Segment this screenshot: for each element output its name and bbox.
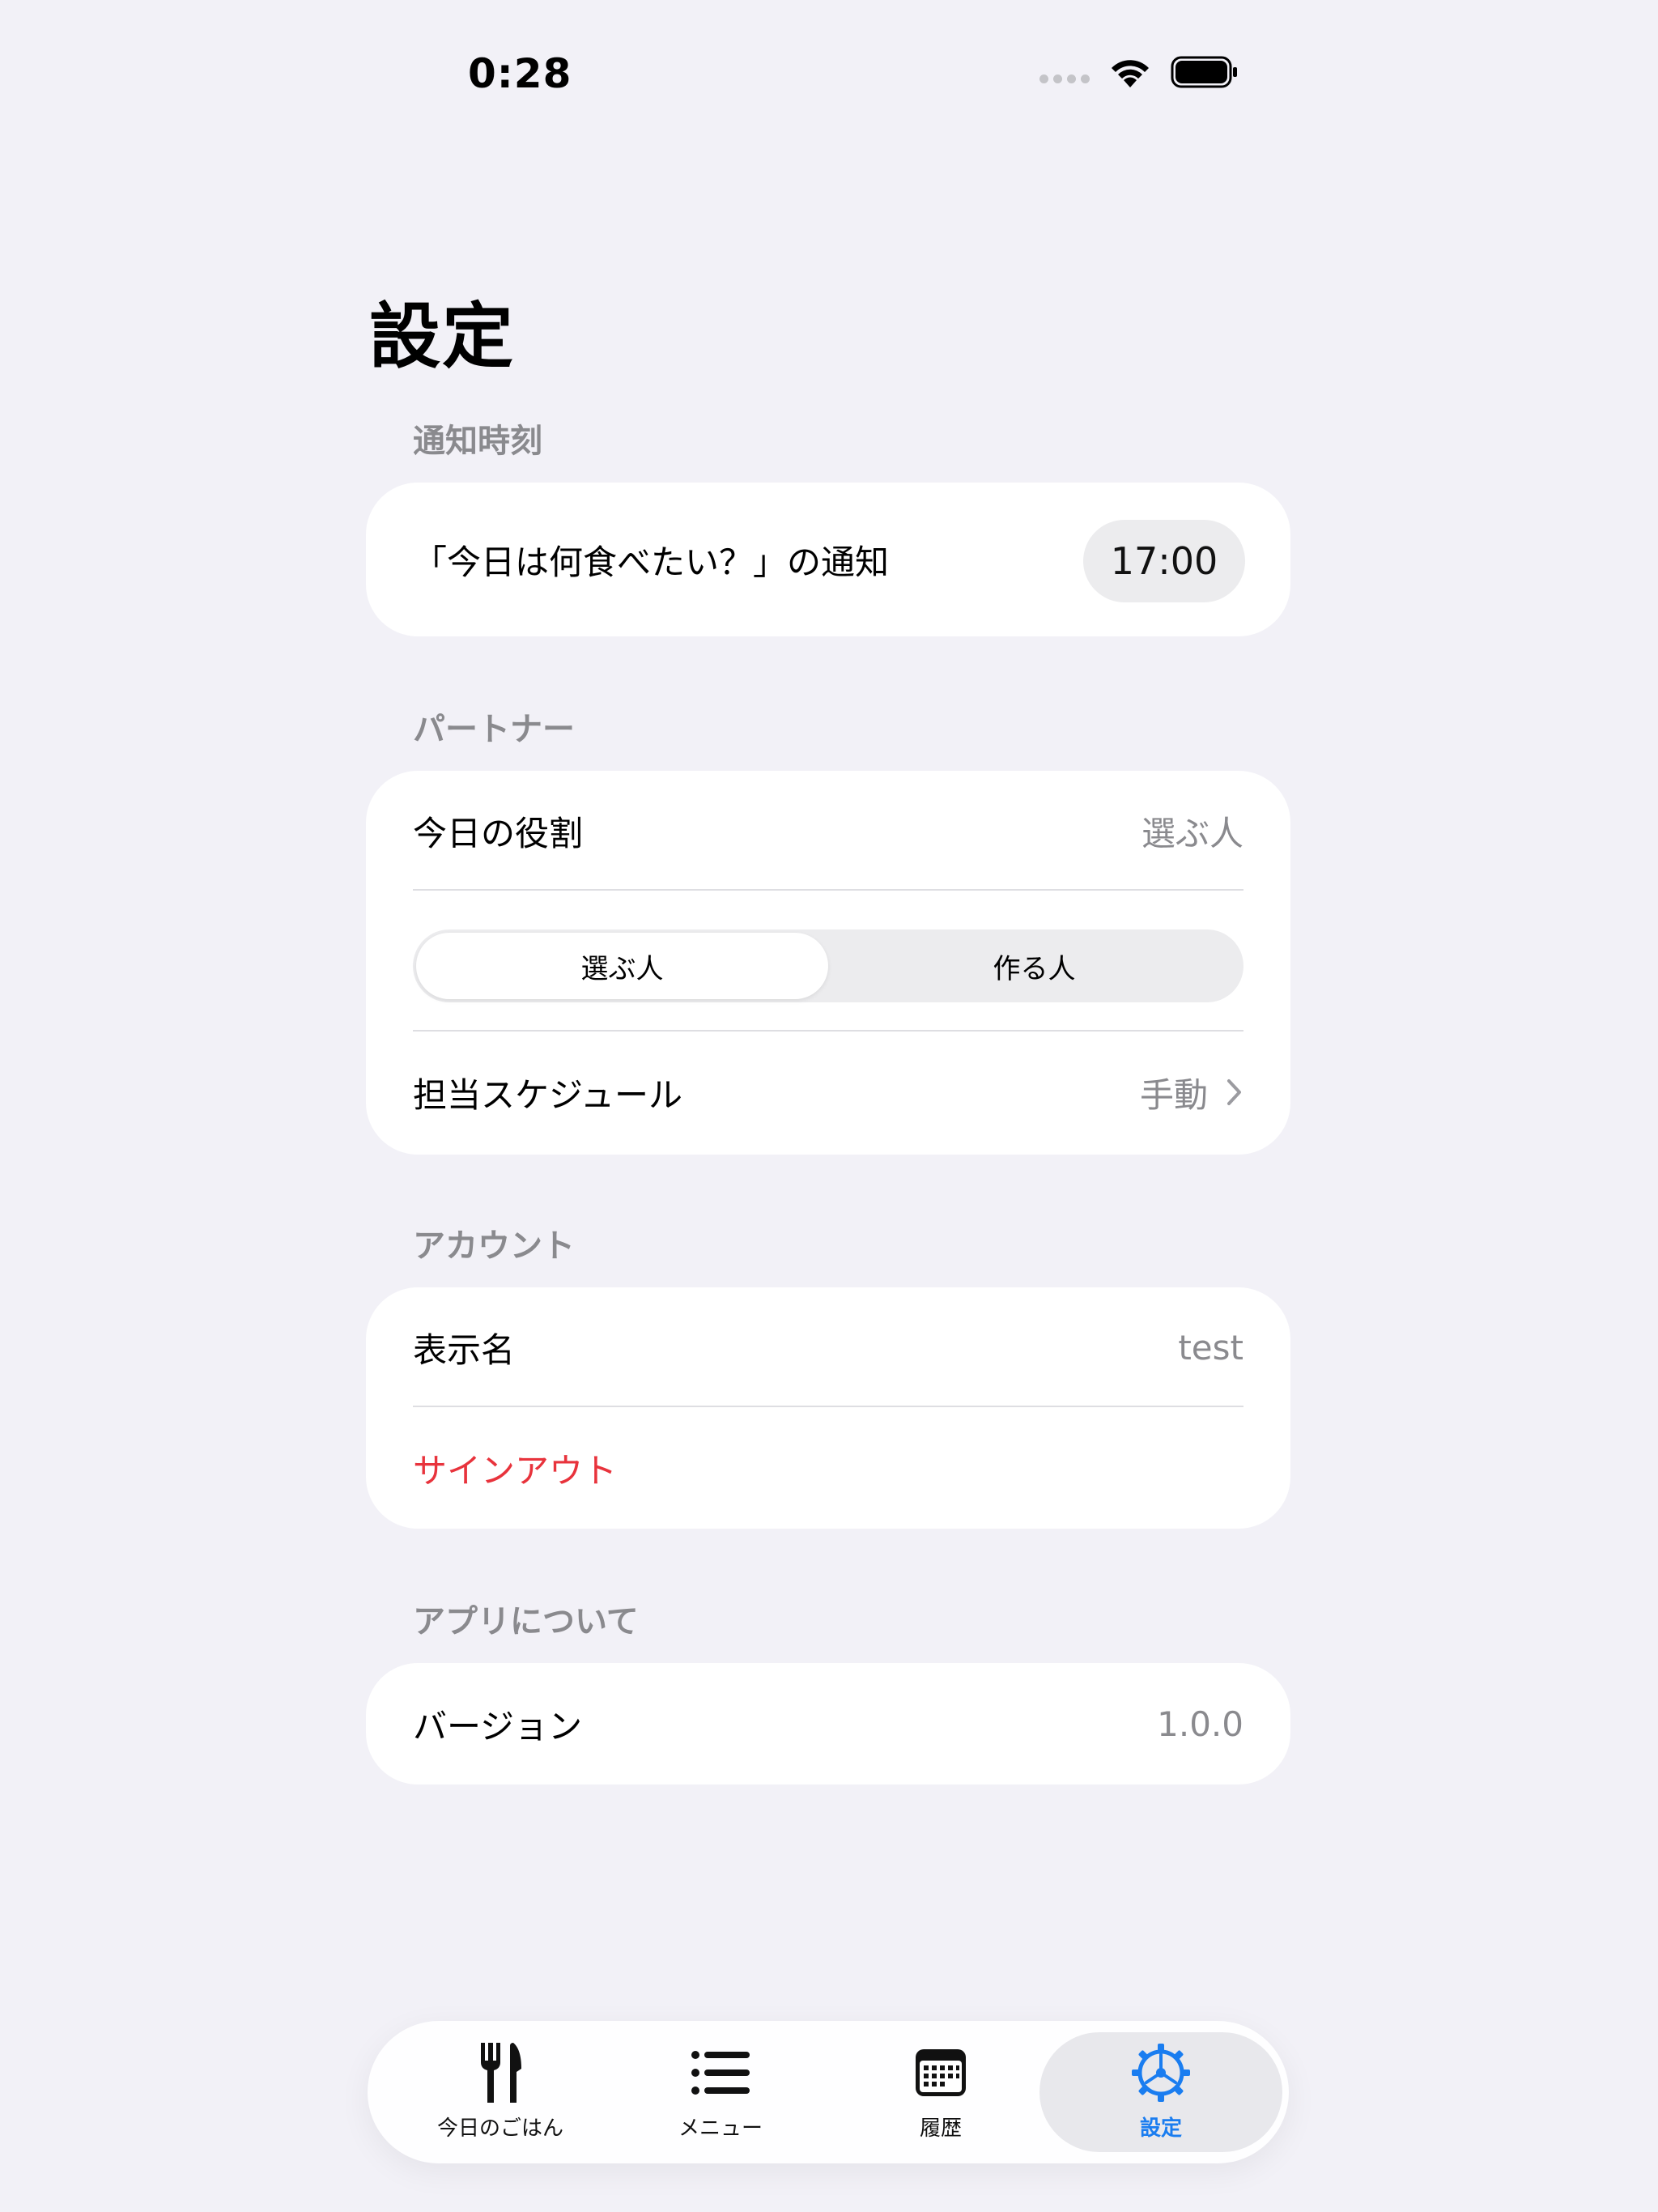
divider bbox=[413, 889, 1244, 891]
display-name-label: 表示名 bbox=[413, 1329, 516, 1370]
tab-label: 今日のごはん bbox=[436, 2116, 563, 2141]
fork-knife-icon bbox=[481, 2043, 521, 2103]
about-card: バージョン 1.0.0 bbox=[366, 1663, 1290, 1784]
gear-icon bbox=[1132, 2044, 1190, 2102]
notification-label: 「今日は何食べたい？」の通知 bbox=[413, 542, 890, 582]
page-title: 設定 bbox=[369, 295, 516, 378]
display-name-row[interactable]: 表示名 test bbox=[413, 1287, 1244, 1407]
version-row: バージョン 1.0.0 bbox=[413, 1663, 1244, 1784]
battery-icon bbox=[1171, 56, 1237, 88]
schedule-label: 担当スケジュール bbox=[413, 1074, 683, 1115]
role-value: 選ぶ人 bbox=[1141, 813, 1244, 853]
role-row: 今日の役割 選ぶ人 bbox=[413, 771, 1244, 891]
notification-row: 「今日は何食べたい？」の通知 bbox=[413, 483, 1048, 636]
role-label: 今日の役割 bbox=[413, 813, 584, 853]
cellular-signal-icon bbox=[1039, 74, 1090, 83]
tab-label: メニュー bbox=[678, 2116, 763, 2141]
tab-label: 設定 bbox=[1139, 2116, 1182, 2141]
status-time: 0:28 bbox=[468, 50, 572, 97]
section-header-partner: パートナー bbox=[413, 711, 575, 748]
segment-cook[interactable]: 作る人 bbox=[828, 933, 1240, 999]
tab-bar: 今日のごはん メニュー 履歴 設定 bbox=[368, 2021, 1289, 2163]
signout-row[interactable]: サインアウト bbox=[413, 1407, 1244, 1529]
section-header-account: アカウント bbox=[413, 1227, 575, 1265]
section-header-about: アプリについて bbox=[413, 1603, 639, 1640]
notification-time-picker[interactable]: 17:00 bbox=[1083, 520, 1245, 602]
notification-card: 「今日は何食べたい？」の通知 17:00 bbox=[366, 483, 1290, 636]
version-label: バージョン bbox=[413, 1706, 583, 1746]
schedule-value-wrap: 手動 bbox=[1140, 1068, 1244, 1117]
chevron-right-icon bbox=[1227, 1079, 1241, 1105]
schedule-value: 手動 bbox=[1139, 1074, 1208, 1115]
version-value: 1.0.0 bbox=[1157, 1704, 1244, 1744]
status-indicators bbox=[1039, 55, 1239, 89]
wifi-icon bbox=[1112, 60, 1149, 87]
tab-label: 履歴 bbox=[919, 2116, 962, 2141]
settings-screen: 0:28 設定 通知時刻 「今日は何食べたい？」の通知 17:00 パートナー … bbox=[0, 0, 1658, 2212]
calendar-icon bbox=[916, 2049, 966, 2096]
signout-button[interactable]: サインアウト bbox=[413, 1444, 617, 1493]
tab-settings[interactable]: 設定 bbox=[1039, 2032, 1282, 2152]
section-header-notification: 通知時刻 bbox=[413, 423, 542, 460]
schedule-row[interactable]: 担当スケジュール 手動 bbox=[413, 1032, 1244, 1153]
segment-chooser[interactable]: 選ぶ人 bbox=[416, 933, 828, 999]
display-name-value: test bbox=[1178, 1327, 1244, 1368]
tab-history[interactable]: 履歴 bbox=[819, 2032, 1062, 2152]
tab-menu[interactable]: メニュー bbox=[599, 2032, 842, 2152]
list-icon bbox=[691, 2051, 750, 2095]
role-segmented-control[interactable]: 選ぶ人 作る人 bbox=[413, 929, 1244, 1002]
tab-today-meal[interactable]: 今日のごはん bbox=[379, 2032, 622, 2152]
account-card: 表示名 test サインアウト bbox=[366, 1287, 1290, 1529]
partner-card: 今日の役割 選ぶ人 選ぶ人 作る人 担当スケジュール 手動 bbox=[366, 771, 1290, 1155]
